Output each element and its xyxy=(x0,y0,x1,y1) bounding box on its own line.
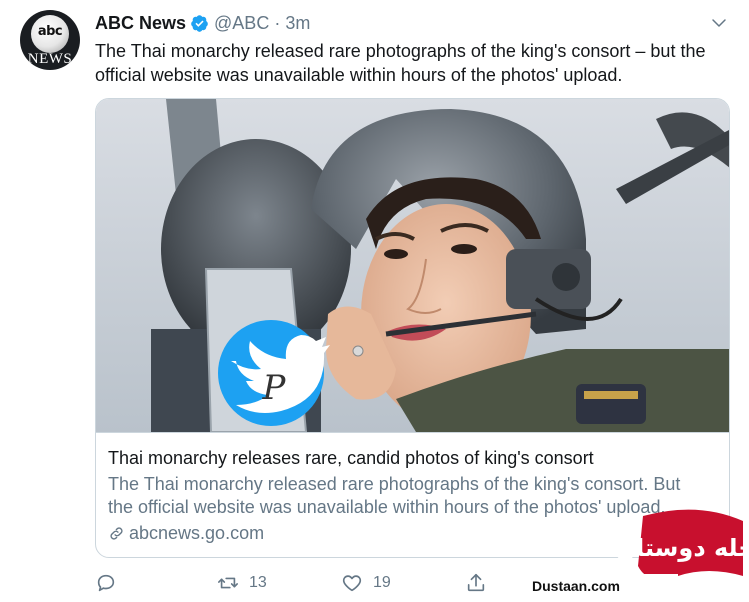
reply-button[interactable] xyxy=(95,572,127,594)
tweet-header: ABC News @ABC · 3m xyxy=(95,12,310,34)
card-title[interactable]: Thai monarchy releases rare, candid phot… xyxy=(108,448,594,469)
like-icon xyxy=(342,575,362,592)
watermark-script: مجله دوستان xyxy=(616,534,749,562)
watermark-site: Dustaan.com xyxy=(532,578,620,594)
display-name[interactable]: ABC News xyxy=(95,13,186,34)
share-icon xyxy=(467,573,485,592)
tweet-text: The Thai monarchy released rare photogra… xyxy=(95,41,706,85)
reply-icon xyxy=(97,574,115,592)
site-watermark: مجله دوستان Dustaan.com xyxy=(528,496,749,602)
retweet-count: 13 xyxy=(249,574,267,591)
link-card[interactable]: P Thai monarchy releases rare, candid ph… xyxy=(95,98,730,558)
chevron-down-icon[interactable] xyxy=(710,14,728,32)
overlay-letter: P xyxy=(262,368,287,408)
avatar-news-text: NEWS xyxy=(27,51,73,67)
like-button[interactable]: 19 xyxy=(341,572,391,594)
share-button[interactable] xyxy=(465,572,487,594)
separator-dot: · xyxy=(274,12,281,33)
card-photo: P xyxy=(96,99,729,432)
link-icon xyxy=(110,527,123,540)
avatar-abc-text: abc xyxy=(37,24,63,39)
retweet-icon xyxy=(218,577,238,589)
verified-badge-icon xyxy=(191,14,208,32)
card-domain-text: abcnews.go.com xyxy=(129,523,265,543)
handle[interactable]: @ABC xyxy=(214,13,269,34)
avatar[interactable]: abc NEWS xyxy=(20,10,80,70)
like-count: 19 xyxy=(373,574,391,591)
timestamp[interactable]: 3m xyxy=(285,13,310,34)
retweet-button[interactable]: 13 xyxy=(217,572,267,594)
card-image[interactable]: P xyxy=(96,99,729,432)
tweet[interactable]: abc NEWS ABC News @ABC · 3m The Thai mon… xyxy=(0,0,749,602)
card-domain[interactable]: abcnews.go.com xyxy=(108,523,264,544)
